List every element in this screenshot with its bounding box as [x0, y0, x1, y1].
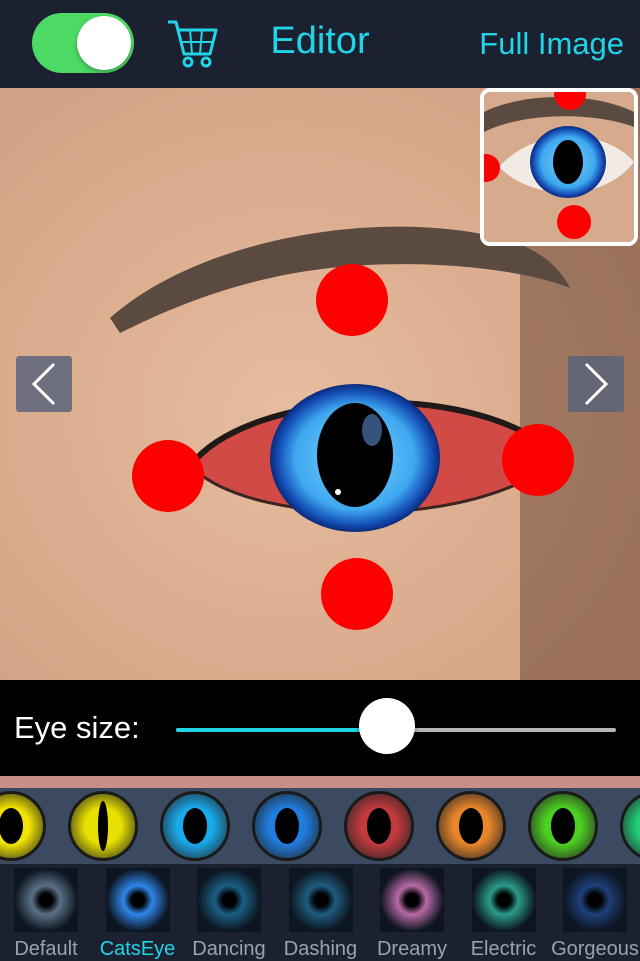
auto-toggle[interactable]	[32, 13, 134, 73]
style-thumbnail	[563, 868, 627, 932]
style-label: Default	[14, 938, 78, 960]
lens-pupil	[275, 808, 299, 844]
chevron-right-icon	[584, 362, 609, 406]
photo-strip-edge	[0, 776, 640, 788]
style-item-dashing[interactable]: Dashing	[275, 868, 367, 960]
style-thumbnail	[197, 868, 261, 932]
lens-pupil	[551, 808, 575, 844]
eye-size-slider-fill	[176, 728, 388, 732]
preview-eye-image	[484, 92, 634, 242]
previous-eye-button[interactable]	[16, 356, 72, 412]
style-thumbnail	[380, 868, 444, 932]
lens-color-swatch[interactable]	[160, 791, 230, 861]
style-label: Dancing	[192, 938, 266, 960]
lens-pupil	[98, 801, 108, 851]
style-item-gorgeous[interactable]: Gorgeous	[549, 868, 640, 960]
lens-color-swatch[interactable]	[0, 791, 46, 861]
eye-size-slider-knob[interactable]	[359, 698, 416, 754]
lens-color-swatch[interactable]	[528, 791, 598, 861]
lens-color-swatch[interactable]	[620, 791, 640, 861]
style-item-catseye[interactable]: CatsEye	[92, 868, 184, 960]
style-item-electric[interactable]: Electric	[458, 868, 550, 960]
toggle-knob	[77, 16, 131, 70]
resize-handle-left[interactable]	[132, 440, 204, 512]
resize-handle-top[interactable]	[316, 264, 388, 336]
style-item-dancing[interactable]: Dancing	[183, 868, 275, 960]
resize-handle-bottom[interactable]	[321, 558, 393, 630]
style-thumbnail	[471, 868, 536, 932]
style-thumbnail	[105, 868, 170, 932]
style-label: Dashing	[283, 938, 358, 960]
style-label: Gorgeous	[551, 938, 639, 960]
next-eye-button[interactable]	[568, 356, 624, 412]
lens-pupil	[183, 808, 207, 844]
style-item-dreamy[interactable]: Dreamy	[366, 868, 458, 960]
style-thumbnail	[288, 868, 353, 932]
lens-color-swatch[interactable]	[68, 791, 138, 861]
style-thumbnail	[14, 868, 78, 932]
full-image-button[interactable]: Full Image	[479, 26, 624, 62]
top-bar: Editor Full Image	[0, 0, 640, 88]
style-label: Electric	[470, 938, 537, 960]
style-label: CatsEye	[99, 938, 176, 960]
style-item-default[interactable]: Default	[0, 868, 92, 960]
lens-color-swatch[interactable]	[344, 791, 414, 861]
lens-color-picker	[0, 788, 640, 864]
eye-size-label: Eye size:	[14, 710, 140, 745]
style-label: Dreamy	[376, 938, 447, 960]
lens-style-picker: Default CatsEye Dancing Dashing Dreamy Electr…	[0, 864, 640, 960]
chevron-left-icon	[31, 362, 56, 406]
cart-icon[interactable]	[164, 16, 220, 72]
preview-thumbnail	[480, 88, 638, 246]
lens-color-swatch[interactable]	[252, 791, 322, 861]
page-title: Editor	[270, 20, 370, 62]
lens-pupil	[0, 808, 23, 844]
lens-pupil	[459, 808, 483, 844]
lens-pupil	[367, 808, 391, 844]
lens-color-swatch[interactable]	[436, 791, 506, 861]
resize-handle-right[interactable]	[502, 424, 574, 496]
